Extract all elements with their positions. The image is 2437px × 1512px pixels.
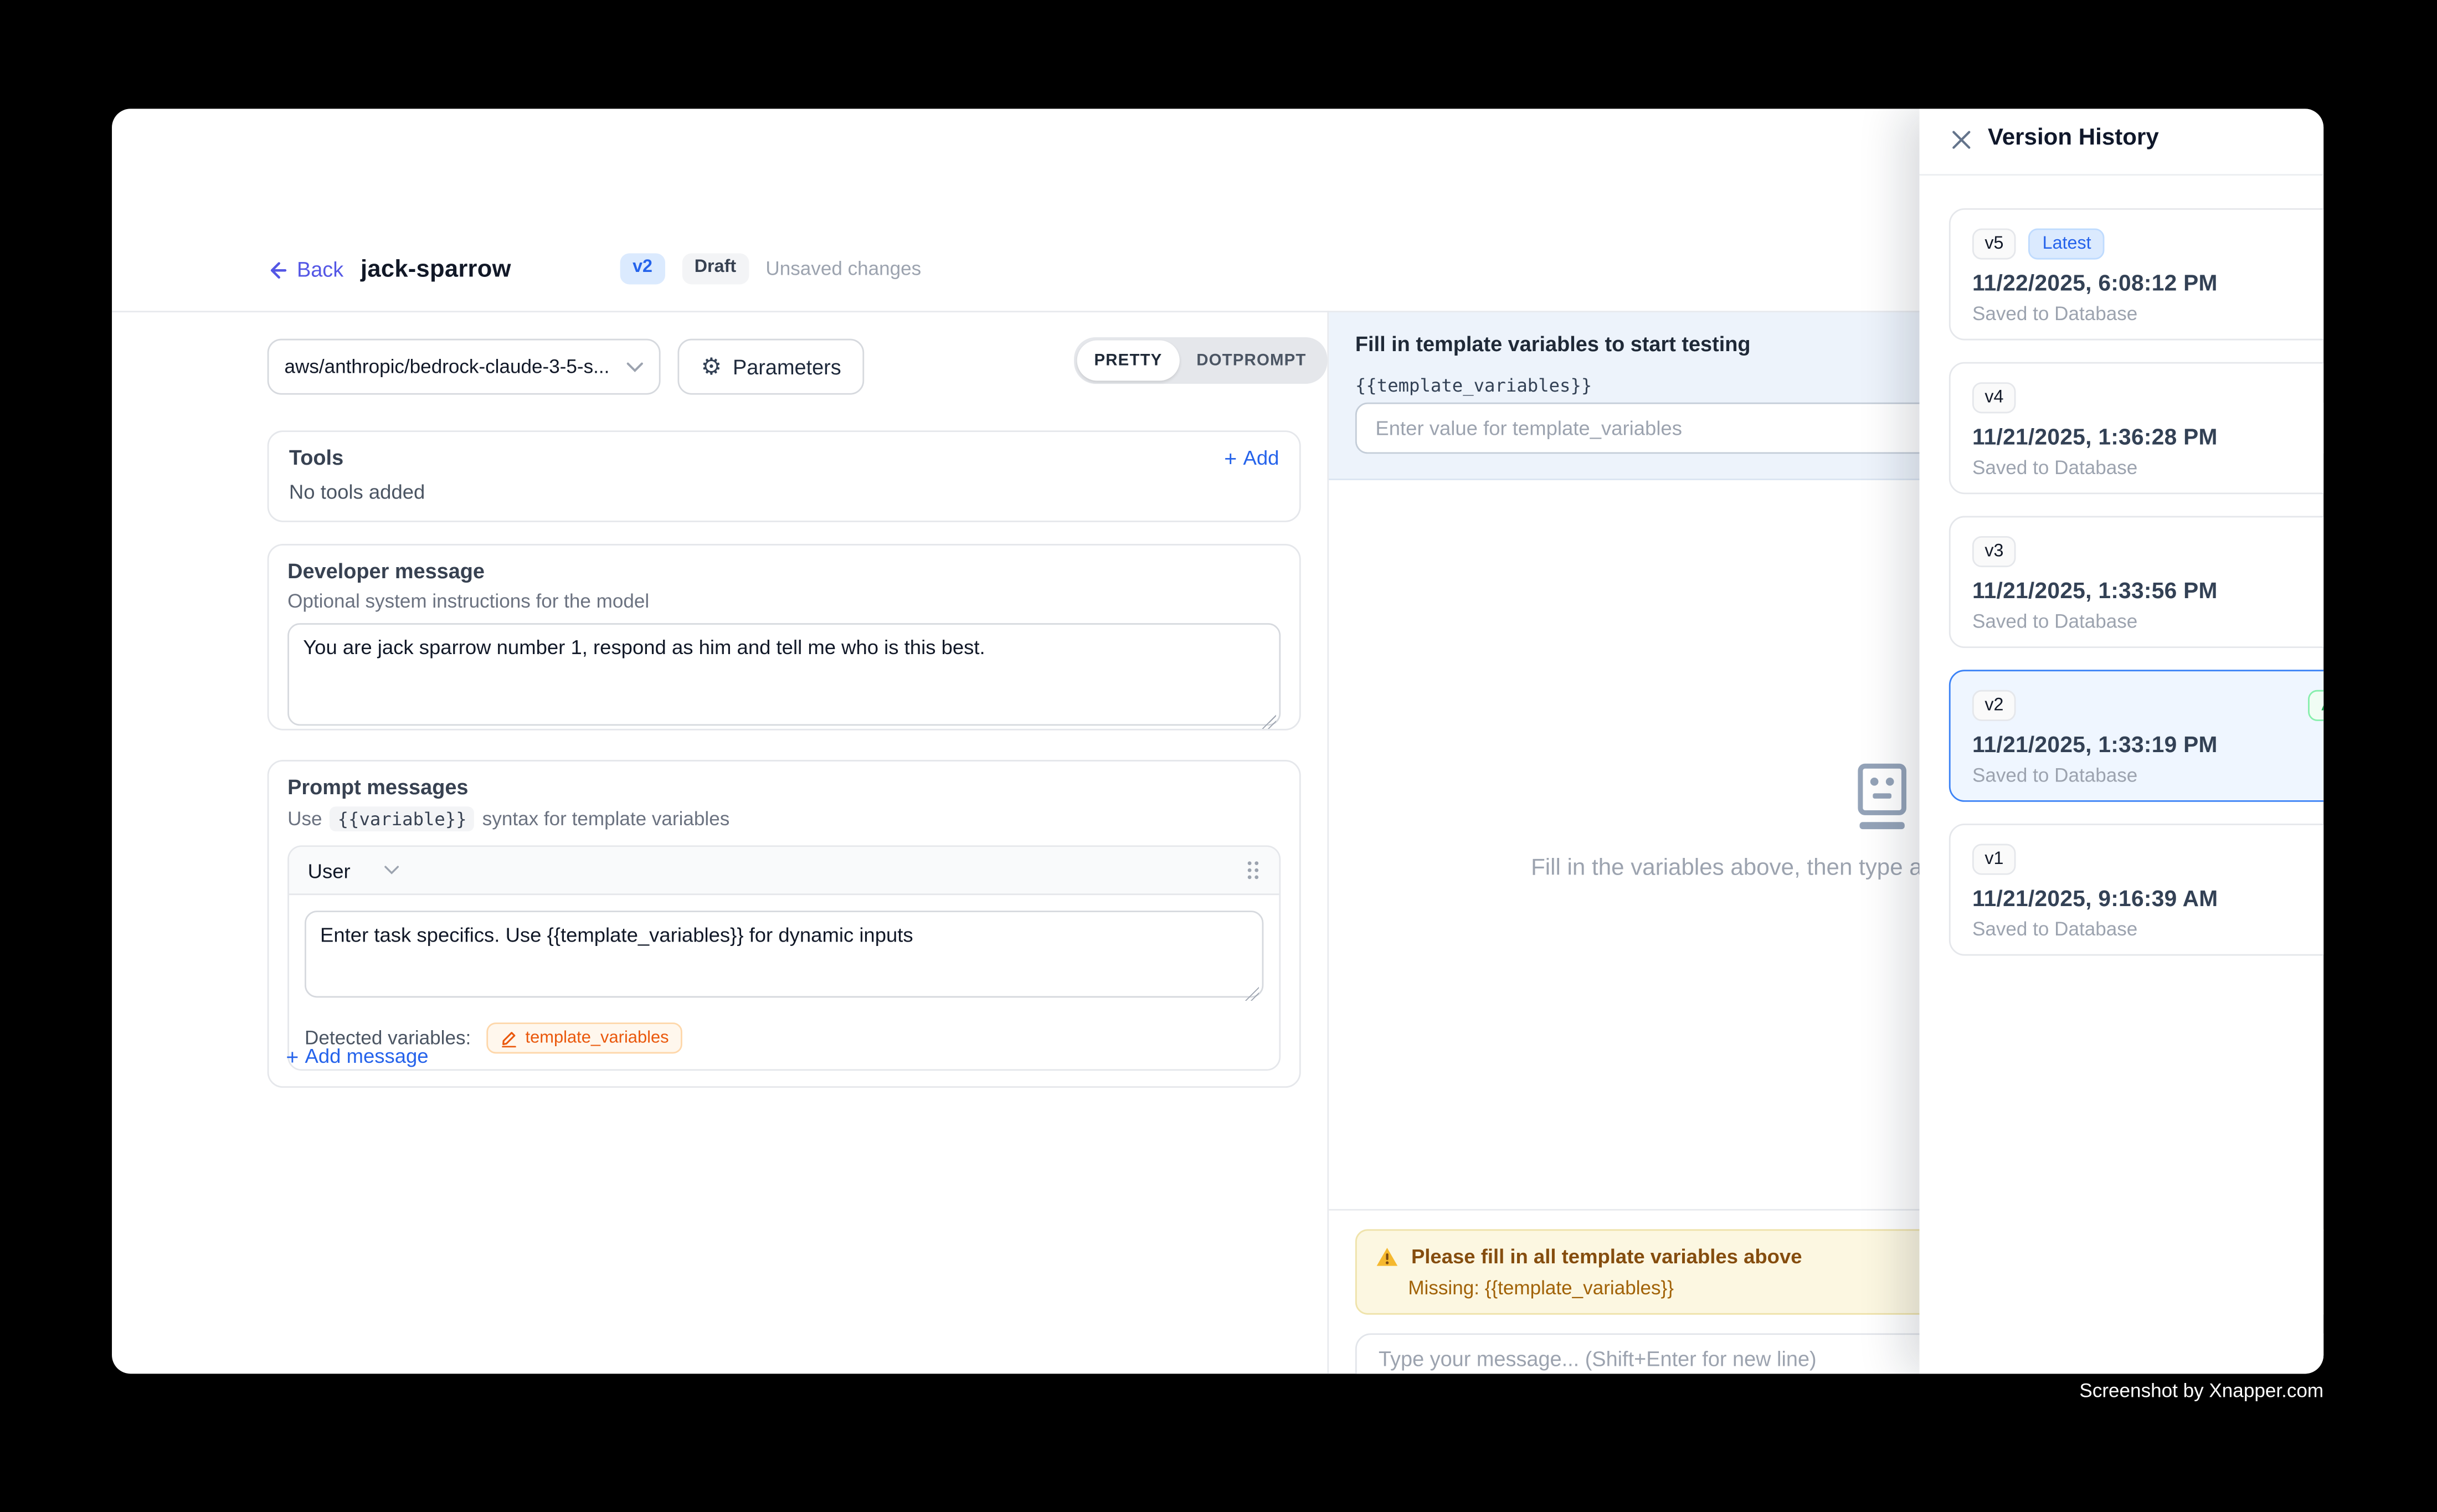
version-history-divider bbox=[1920, 174, 2324, 176]
add-message-button[interactable]: + Add message bbox=[286, 1044, 428, 1067]
bot-face-icon bbox=[1853, 762, 1912, 833]
chevron-down-icon bbox=[626, 361, 644, 372]
version-status: Saved to Database bbox=[1972, 611, 2323, 633]
add-tool-label: Add bbox=[1243, 446, 1279, 469]
tools-empty-text: No tools added bbox=[269, 469, 1299, 503]
toggle-option-pretty[interactable]: PRETTY bbox=[1077, 340, 1180, 380]
format-toggle: PRETTY DOTPROMPT bbox=[1074, 337, 1327, 384]
detected-variable-chip[interactable]: template_variables bbox=[486, 1022, 683, 1053]
version-status: Saved to Database bbox=[1972, 919, 2323, 940]
unsaved-changes-note: Unsaved changes bbox=[765, 258, 921, 279]
arrow-left-icon bbox=[266, 259, 287, 280]
version-timestamp: 11/21/2025, 1:33:19 PM bbox=[1972, 734, 2323, 759]
watermark: Screenshot by Xnapper.com bbox=[2079, 1380, 2323, 1402]
gear-icon: ⚙ bbox=[701, 355, 722, 378]
version-status: Saved to Database bbox=[1972, 457, 2323, 479]
active-badge: Active bbox=[2307, 690, 2323, 722]
back-button[interactable]: Back bbox=[266, 258, 343, 281]
version-tag: v1 bbox=[1972, 844, 2016, 876]
pencil-icon bbox=[501, 1030, 518, 1047]
version-card-v3[interactable]: v3 11/21/2025, 1:33:56 PM Saved to Datab… bbox=[1949, 516, 2323, 648]
add-tool-button[interactable]: + Add bbox=[1224, 446, 1279, 469]
version-tag: v3 bbox=[1972, 536, 2016, 568]
developer-message-subtitle: Optional system instructions for the mod… bbox=[287, 590, 1281, 612]
version-history-panel: Version History v5 Latest 11/22/2025, 6:… bbox=[1920, 109, 2324, 1374]
message-body: Enter task specifics. Use {{template_var… bbox=[289, 895, 1279, 1069]
warning-title: Please fill in all template variables ab… bbox=[1411, 1244, 1802, 1268]
subtitle-suffix: syntax for template variables bbox=[482, 808, 729, 830]
version-timestamp: 11/22/2025, 6:08:12 PM bbox=[1972, 272, 2323, 297]
latest-badge: Latest bbox=[2028, 228, 2105, 260]
add-message-label: Add message bbox=[305, 1044, 429, 1067]
version-history-title: Version History bbox=[1988, 124, 2159, 151]
prompt-messages-title: Prompt messages bbox=[287, 775, 1281, 799]
model-selector-value: aws/anthropic/bedrock-claude-3-5-s... bbox=[285, 356, 610, 378]
tools-title: Tools bbox=[289, 446, 343, 469]
version-tag: v4 bbox=[1972, 382, 2016, 414]
version-card-v1[interactable]: v1 11/21/2025, 9:16:39 AM Saved to Datab… bbox=[1949, 824, 2323, 955]
version-card-v5[interactable]: v5 Latest 11/22/2025, 6:08:12 PM Saved t… bbox=[1949, 208, 2323, 340]
version-tag: v2 bbox=[1972, 690, 2016, 722]
warning-triangle-icon bbox=[1375, 1246, 1399, 1268]
detected-variable-name: template_variables bbox=[526, 1028, 669, 1047]
version-status: Saved to Database bbox=[1972, 765, 2323, 787]
drag-grip-icon[interactable] bbox=[1245, 860, 1261, 881]
parameters-label: Parameters bbox=[733, 355, 841, 378]
template-variable-label: {{template_variables}} bbox=[1355, 374, 1592, 396]
template-variables-title: Fill in template variables to start test… bbox=[1355, 332, 1751, 356]
version-timestamp: 11/21/2025, 1:36:28 PM bbox=[1972, 426, 2323, 451]
draft-badge: Draft bbox=[682, 253, 748, 284]
message-header: User bbox=[289, 847, 1279, 895]
header-badges: v2 Draft Unsaved changes bbox=[620, 253, 922, 284]
app-window: Back jack-sparrow v2 Draft Unsaved chang… bbox=[112, 109, 2323, 1374]
user-message-textarea[interactable]: Enter task specifics. Use {{template_var… bbox=[305, 911, 1263, 997]
close-icon[interactable] bbox=[1951, 129, 1972, 151]
role-value: User bbox=[308, 858, 351, 882]
version-timestamp: 11/21/2025, 9:16:39 AM bbox=[1972, 888, 2323, 913]
developer-message-title: Developer message bbox=[287, 559, 1281, 583]
toggle-option-dotprompt[interactable]: DOTPROMPT bbox=[1179, 340, 1323, 380]
version-card-v2-active[interactable]: v2 Active 11/21/2025, 1:33:19 PM Saved t… bbox=[1949, 670, 2323, 801]
message-block: User Enter task specifics. Use {{templat… bbox=[287, 845, 1281, 1071]
developer-message-card: Developer message Optional system instru… bbox=[268, 544, 1301, 731]
parameters-button[interactable]: ⚙ Parameters bbox=[677, 339, 864, 395]
version-status: Saved to Database bbox=[1972, 304, 2323, 325]
variable-syntax-chip: {{variable}} bbox=[330, 806, 475, 831]
version-card-v4[interactable]: v4 11/21/2025, 1:36:28 PM Saved to Datab… bbox=[1949, 362, 2323, 494]
subtitle-prefix: Use bbox=[287, 808, 322, 830]
plus-icon: + bbox=[286, 1045, 299, 1067]
chevron-down-icon bbox=[384, 866, 400, 875]
version-tag: v5 bbox=[1972, 228, 2016, 260]
plus-icon: + bbox=[1224, 447, 1237, 469]
prompt-messages-card: Prompt messages Use {{variable}} syntax … bbox=[268, 760, 1301, 1088]
model-selector[interactable]: aws/anthropic/bedrock-claude-3-5-s... bbox=[268, 339, 661, 395]
page-title: jack-sparrow bbox=[361, 256, 511, 285]
developer-message-textarea[interactable]: You are jack sparrow number 1, respond a… bbox=[287, 623, 1281, 726]
role-selector[interactable]: User bbox=[308, 858, 400, 882]
version-badge: v2 bbox=[620, 253, 665, 284]
back-label: Back bbox=[297, 258, 343, 281]
version-timestamp: 11/21/2025, 1:33:56 PM bbox=[1972, 580, 2323, 605]
tools-card: Tools + Add No tools added bbox=[268, 430, 1301, 522]
